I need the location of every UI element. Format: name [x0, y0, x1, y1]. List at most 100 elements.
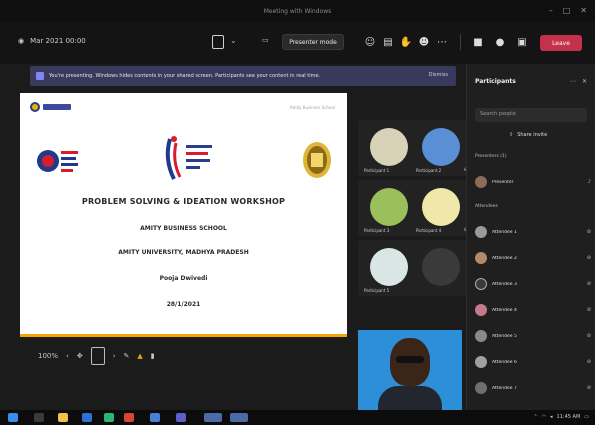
attendee-name: Attendee 1	[492, 229, 517, 235]
attendee-row[interactable]: Attendee 4 ⊘	[475, 302, 591, 318]
system-tray: ⌃ ◠ ◂ 11:45 AM ▭	[533, 414, 589, 420]
active-window-icon[interactable]	[204, 413, 222, 422]
avatar	[475, 252, 487, 264]
clock[interactable]: 11:45 AM	[557, 414, 581, 420]
presenters-section-header[interactable]: Presenters (1)	[475, 154, 507, 159]
share-label: ▭	[262, 36, 269, 44]
meeting-info: ◉ Mar 2021 00:00	[18, 37, 86, 45]
attendee-name: Attendee 2	[492, 255, 517, 261]
reactions-icon[interactable]: ☻	[416, 34, 432, 50]
notifications-icon[interactable]: ▭	[584, 414, 589, 420]
shared-slide: Amity Business School PROBLEM SOLVING & …	[20, 93, 347, 337]
window-titlebar: Meeting with Windows – □ ✕	[0, 0, 595, 22]
info-icon	[36, 72, 44, 80]
leave-button[interactable]: Leave	[540, 35, 582, 51]
file-explorer-icon[interactable]	[58, 413, 68, 422]
participant-avatar	[422, 188, 460, 226]
chrome-icon[interactable]	[104, 413, 114, 422]
more-icon[interactable]: ⋯	[434, 34, 450, 50]
attendee-row[interactable]: Attendee 1 ⊘	[475, 224, 591, 240]
volume-icon[interactable]: ◂	[550, 414, 553, 420]
institution-innovation-logo	[165, 136, 212, 180]
participant-tile[interactable]: Participant 4 ⊘	[410, 180, 474, 236]
eraser-icon[interactable]: ▮	[151, 352, 155, 360]
next-slide-icon[interactable]: ›	[113, 352, 116, 360]
participant-name: Participant 5	[364, 288, 390, 293]
chevron-up-icon[interactable]: ⌃	[533, 414, 537, 420]
attendee-row[interactable]: Attendee 3 ⊘	[475, 276, 591, 292]
previous-slide-icon[interactable]: ‹	[66, 352, 69, 360]
panel-actions: ⋯ ✕	[570, 78, 587, 85]
powerpoint-icon[interactable]	[124, 413, 134, 422]
active-window-icon[interactable]	[230, 413, 248, 422]
window-title: Meeting with Windows	[263, 7, 332, 15]
more-icon[interactable]: ⋯	[570, 78, 576, 85]
meeting-timer: Mar 2021 00:00	[30, 37, 86, 45]
participant-avatar	[422, 248, 460, 286]
attendee-name: Attendee 7	[492, 385, 517, 391]
people-search-input[interactable]: Search people	[475, 108, 587, 122]
close-icon[interactable]: ✕	[580, 6, 587, 15]
participant-name: Participant 3	[364, 228, 390, 233]
layout-icon[interactable]	[212, 35, 224, 49]
share-screen-icon[interactable]: ▣	[514, 34, 530, 50]
presenter-row[interactable]: Presenter ♪	[475, 174, 591, 190]
pointer-icon[interactable]: ✥	[77, 352, 83, 360]
share-icon: ⇪	[509, 132, 514, 138]
attendee-row[interactable]: Attendee 5 ⊘	[475, 328, 591, 344]
minimize-icon[interactable]: –	[549, 6, 553, 15]
attendee-name: Attendee 4	[492, 307, 517, 313]
chat-icon[interactable]: ▤	[380, 34, 396, 50]
mic-icon[interactable]: ●	[492, 34, 508, 50]
attendee-name: Attendee 5	[492, 333, 517, 339]
close-icon[interactable]: ✕	[582, 78, 587, 85]
slide-title: PROBLEM SOLVING & IDEATION WORKSHOP	[81, 197, 286, 206]
teams-icon[interactable]	[176, 413, 186, 422]
app-icon[interactable]	[150, 413, 160, 422]
attendee-name: Attendee 6	[492, 359, 517, 365]
maximize-icon[interactable]: □	[563, 6, 571, 15]
camera-icon[interactable]: ■	[470, 34, 486, 50]
highlighter-icon[interactable]: ▲	[137, 352, 142, 360]
toolbar-divider	[460, 34, 461, 50]
participant-name: Participant 4	[416, 228, 442, 233]
attendee-name: Attendee 3	[492, 281, 517, 287]
chevron-down-icon[interactable]: ⌄	[230, 36, 237, 45]
participant-avatar	[370, 248, 408, 286]
os-taskbar: ⌃ ◠ ◂ 11:45 AM ▭	[0, 410, 595, 425]
presenter-mode-button[interactable]: Presenter mode	[282, 34, 344, 50]
search-icon[interactable]	[34, 413, 44, 422]
attendees-section-header[interactable]: Attendees	[475, 204, 498, 209]
banner-text: You're presenting. Windows hides content…	[49, 73, 321, 79]
slide-thumbnail[interactable]	[90, 347, 105, 365]
mic-icon: ♪	[587, 179, 591, 185]
video-person-body	[378, 386, 442, 410]
attendee-row[interactable]: Attendee 6 ⊘	[475, 354, 591, 370]
participant-tile[interactable]	[410, 240, 474, 296]
pen-icon[interactable]: ✎	[124, 352, 130, 360]
wifi-icon[interactable]: ◠	[542, 414, 546, 420]
university-seal-logo	[303, 142, 331, 178]
start-icon[interactable]	[8, 413, 18, 422]
attendee-row[interactable]: Attendee 2 ⊘	[475, 250, 591, 266]
avatar	[475, 382, 487, 394]
participant-avatar	[422, 128, 460, 166]
participant-name: Participant 2	[416, 168, 442, 173]
attendee-row[interactable]: Attendee 7 ⊘	[475, 380, 591, 396]
participant-tile[interactable]: Participant 2 ⊘	[410, 120, 474, 176]
share-invite-button[interactable]: ⇪ Share invite	[509, 132, 547, 138]
self-video[interactable]	[358, 330, 462, 410]
slide-date: 28/1/2021	[166, 301, 201, 308]
raise-hand-icon[interactable]: ✋	[398, 34, 414, 50]
word-icon[interactable]	[82, 413, 92, 422]
slide-university: AMITY UNIVERSITY, MADHYA PRADESH	[118, 249, 249, 256]
call-icon: ◉	[18, 37, 25, 45]
university-logo	[30, 101, 74, 113]
panel-title: Participants	[475, 78, 516, 85]
people-icon[interactable]: ☺	[362, 34, 378, 50]
slide-header-text: Amity Business School	[289, 105, 335, 110]
banner-dismiss-button[interactable]: Dismiss	[429, 72, 448, 78]
presenting-banner: You're presenting. Windows hides content…	[30, 66, 456, 86]
slide-school: AMITY BUSINESS SCHOOL	[140, 225, 227, 232]
zoom-level: 100%	[38, 352, 59, 360]
